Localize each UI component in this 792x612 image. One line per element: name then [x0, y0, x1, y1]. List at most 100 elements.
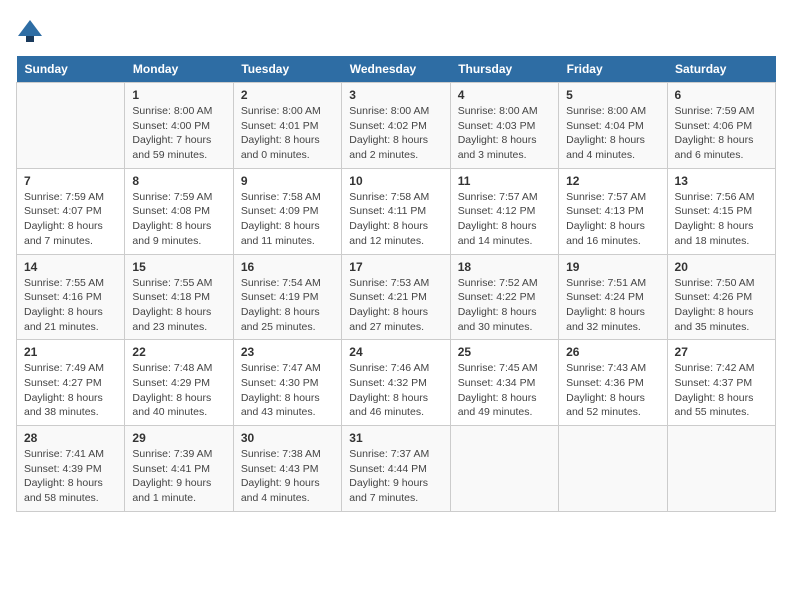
- day-info: Sunrise: 8:00 AMSunset: 4:02 PMDaylight:…: [349, 104, 442, 163]
- calendar-header: SundayMondayTuesdayWednesdayThursdayFrid…: [17, 56, 776, 83]
- calendar-cell: 11Sunrise: 7:57 AMSunset: 4:12 PMDayligh…: [450, 168, 558, 254]
- day-info: Sunrise: 8:00 AMSunset: 4:01 PMDaylight:…: [241, 104, 334, 163]
- calendar-cell: 6 Sunrise: 7:59 AMSunset: 4:06 PMDaylight…: [667, 83, 775, 169]
- day-number: 2: [241, 88, 334, 102]
- day-number: 13: [675, 174, 768, 188]
- day-number: 7: [24, 174, 117, 188]
- day-number: 21: [24, 345, 117, 359]
- day-number: 29: [132, 431, 225, 445]
- day-info: Sunrise: 7:41 AMSunset: 4:39 PMDaylight:…: [24, 447, 117, 506]
- day-number: 8: [132, 174, 225, 188]
- calendar-cell: 25Sunrise: 7:45 AMSunset: 4:34 PMDayligh…: [450, 340, 558, 426]
- calendar-cell: 29 Sunrise: 7:39 AMSunset: 4:41 PMDayligh…: [125, 426, 233, 512]
- day-info: Sunrise: 7:54 AMSunset: 4:19 PMDaylight:…: [241, 276, 334, 335]
- day-info: Sunrise: 7:48 AMSunset: 4:29 PMDaylight:…: [132, 361, 225, 420]
- calendar-cell: 8 Sunrise: 7:59 AMSunset: 4:08 PMDaylight…: [125, 168, 233, 254]
- calendar-cell: 27Sunrise: 7:42 AMSunset: 4:37 PMDayligh…: [667, 340, 775, 426]
- day-info: Sunrise: 8:00 AMSunset: 4:04 PMDaylight:…: [566, 104, 659, 163]
- calendar-cell: 31 Sunrise: 7:37 AMSunset: 4:44 PMDayligh…: [342, 426, 450, 512]
- day-number: 20: [675, 260, 768, 274]
- day-info: Sunrise: 7:37 AMSunset: 4:44 PMDaylight:…: [349, 447, 442, 506]
- day-number: 16: [241, 260, 334, 274]
- day-info: Sunrise: 7:53 AMSunset: 4:21 PMDaylight:…: [349, 276, 442, 335]
- calendar-cell: 4 Sunrise: 8:00 AMSunset: 4:03 PMDaylight…: [450, 83, 558, 169]
- calendar-cell: [450, 426, 558, 512]
- calendar-cell: 26Sunrise: 7:43 AMSunset: 4:36 PMDayligh…: [559, 340, 667, 426]
- day-info: Sunrise: 7:59 AMSunset: 4:06 PMDaylight:…: [675, 104, 768, 163]
- day-number: 6: [675, 88, 768, 102]
- calendar-cell: 17 Sunrise: 7:53 AMSunset: 4:21 PMDayligh…: [342, 254, 450, 340]
- calendar-cell: 24 Sunrise: 7:46 AMSunset: 4:32 PMDayligh…: [342, 340, 450, 426]
- calendar-cell: 3 Sunrise: 8:00 AMSunset: 4:02 PMDaylight…: [342, 83, 450, 169]
- calendar-week-1: 1 Sunrise: 8:00 AMSunset: 4:00 PMDaylight…: [17, 83, 776, 169]
- calendar-cell: 30 Sunrise: 7:38 AMSunset: 4:43 PMDayligh…: [233, 426, 341, 512]
- day-info: Sunrise: 8:00 AMSunset: 4:03 PMDaylight:…: [458, 104, 551, 163]
- calendar-week-3: 14 Sunrise: 7:55 AMSunset: 4:16 PMDayligh…: [17, 254, 776, 340]
- weekday-header-sunday: Sunday: [17, 56, 125, 83]
- calendar-cell: 7Sunrise: 7:59 AMSunset: 4:07 PMDaylight…: [17, 168, 125, 254]
- day-number: 30: [241, 431, 334, 445]
- calendar-cell: [559, 426, 667, 512]
- day-number: 11: [458, 174, 551, 188]
- day-number: 9: [241, 174, 334, 188]
- calendar-cell: 12 Sunrise: 7:57 AMSunset: 4:13 PMDayligh…: [559, 168, 667, 254]
- calendar-body: 1 Sunrise: 8:00 AMSunset: 4:00 PMDaylight…: [17, 83, 776, 512]
- day-info: Sunrise: 7:56 AMSunset: 4:15 PMDaylight:…: [675, 190, 768, 249]
- day-number: 17: [349, 260, 442, 274]
- day-info: Sunrise: 7:45 AMSunset: 4:34 PMDaylight:…: [458, 361, 551, 420]
- day-number: 14: [24, 260, 117, 274]
- calendar-cell: 13 Sunrise: 7:56 AMSunset: 4:15 PMDayligh…: [667, 168, 775, 254]
- calendar-cell: 28 Sunrise: 7:41 AMSunset: 4:39 PMDayligh…: [17, 426, 125, 512]
- day-info: Sunrise: 7:49 AMSunset: 4:27 PMDaylight:…: [24, 361, 117, 420]
- calendar-cell: 16 Sunrise: 7:54 AMSunset: 4:19 PMDayligh…: [233, 254, 341, 340]
- day-number: 4: [458, 88, 551, 102]
- weekday-row: SundayMondayTuesdayWednesdayThursdayFrid…: [17, 56, 776, 83]
- day-number: 28: [24, 431, 117, 445]
- day-number: 22: [132, 345, 225, 359]
- day-info: Sunrise: 7:55 AMSunset: 4:16 PMDaylight:…: [24, 276, 117, 335]
- day-info: Sunrise: 7:43 AMSunset: 4:36 PMDaylight:…: [566, 361, 659, 420]
- calendar-cell: 21 Sunrise: 7:49 AMSunset: 4:27 PMDayligh…: [17, 340, 125, 426]
- day-number: 15: [132, 260, 225, 274]
- calendar-cell: 15Sunrise: 7:55 AMSunset: 4:18 PMDayligh…: [125, 254, 233, 340]
- calendar-cell: 23Sunrise: 7:47 AMSunset: 4:30 PMDayligh…: [233, 340, 341, 426]
- header: [16, 16, 776, 44]
- calendar-table: SundayMondayTuesdayWednesdayThursdayFrid…: [16, 56, 776, 512]
- day-number: 1: [132, 88, 225, 102]
- day-info: Sunrise: 7:58 AMSunset: 4:11 PMDaylight:…: [349, 190, 442, 249]
- day-info: Sunrise: 7:38 AMSunset: 4:43 PMDaylight:…: [241, 447, 334, 506]
- weekday-header-thursday: Thursday: [450, 56, 558, 83]
- day-number: 12: [566, 174, 659, 188]
- day-info: Sunrise: 7:39 AMSunset: 4:41 PMDaylight:…: [132, 447, 225, 506]
- weekday-header-wednesday: Wednesday: [342, 56, 450, 83]
- calendar-cell: 19 Sunrise: 7:51 AMSunset: 4:24 PMDayligh…: [559, 254, 667, 340]
- weekday-header-tuesday: Tuesday: [233, 56, 341, 83]
- day-info: Sunrise: 7:59 AMSunset: 4:08 PMDaylight:…: [132, 190, 225, 249]
- day-number: 31: [349, 431, 442, 445]
- calendar-week-2: 7Sunrise: 7:59 AMSunset: 4:07 PMDaylight…: [17, 168, 776, 254]
- weekday-header-monday: Monday: [125, 56, 233, 83]
- day-info: Sunrise: 8:00 AMSunset: 4:00 PMDaylight:…: [132, 104, 225, 163]
- day-info: Sunrise: 7:52 AMSunset: 4:22 PMDaylight:…: [458, 276, 551, 335]
- logo: [16, 16, 48, 44]
- day-number: 24: [349, 345, 442, 359]
- day-number: 3: [349, 88, 442, 102]
- weekday-header-friday: Friday: [559, 56, 667, 83]
- calendar-cell: 22 Sunrise: 7:48 AMSunset: 4:29 PMDayligh…: [125, 340, 233, 426]
- calendar-cell: 9 Sunrise: 7:58 AMSunset: 4:09 PMDaylight…: [233, 168, 341, 254]
- calendar-cell: [17, 83, 125, 169]
- calendar-cell: 5Sunrise: 8:00 AMSunset: 4:04 PMDaylight…: [559, 83, 667, 169]
- day-info: Sunrise: 7:57 AMSunset: 4:13 PMDaylight:…: [566, 190, 659, 249]
- calendar-cell: 10 Sunrise: 7:58 AMSunset: 4:11 PMDayligh…: [342, 168, 450, 254]
- day-number: 19: [566, 260, 659, 274]
- day-info: Sunrise: 7:46 AMSunset: 4:32 PMDaylight:…: [349, 361, 442, 420]
- day-number: 18: [458, 260, 551, 274]
- calendar-week-4: 21 Sunrise: 7:49 AMSunset: 4:27 PMDayligh…: [17, 340, 776, 426]
- calendar-cell: 14 Sunrise: 7:55 AMSunset: 4:16 PMDayligh…: [17, 254, 125, 340]
- calendar-cell: 2 Sunrise: 8:00 AMSunset: 4:01 PMDaylight…: [233, 83, 341, 169]
- day-info: Sunrise: 7:51 AMSunset: 4:24 PMDaylight:…: [566, 276, 659, 335]
- day-info: Sunrise: 7:58 AMSunset: 4:09 PMDaylight:…: [241, 190, 334, 249]
- calendar-cell: 1 Sunrise: 8:00 AMSunset: 4:00 PMDaylight…: [125, 83, 233, 169]
- day-number: 10: [349, 174, 442, 188]
- calendar-week-5: 28 Sunrise: 7:41 AMSunset: 4:39 PMDayligh…: [17, 426, 776, 512]
